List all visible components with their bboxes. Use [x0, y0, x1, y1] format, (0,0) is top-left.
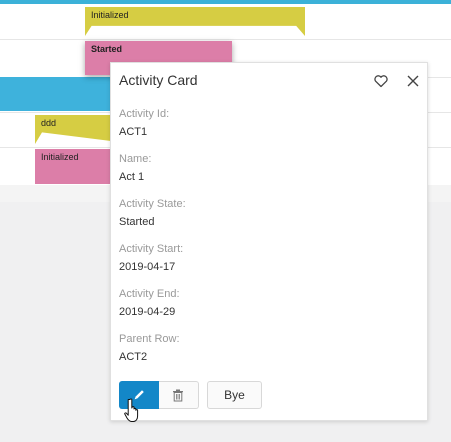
heart-icon[interactable]	[373, 73, 389, 89]
field-activity-start: Activity Start: 2019-04-17	[119, 243, 183, 274]
field-value: ACT1	[119, 126, 148, 138]
field-activity-id: Activity Id: ACT1	[119, 108, 169, 139]
field-activity-state: Activity State: Started	[119, 198, 186, 229]
field-label: Activity Id:	[119, 108, 170, 120]
row-divider	[0, 39, 451, 40]
field-value: ACT2	[119, 351, 148, 363]
field-value: Started	[119, 216, 155, 228]
field-label: Activity Start:	[119, 243, 184, 255]
field-label: Name:	[119, 153, 152, 165]
trash-icon	[172, 389, 184, 407]
field-name: Name: Act 1	[119, 153, 151, 184]
field-label: Activity End:	[119, 288, 180, 300]
field-label: Activity State:	[119, 198, 186, 210]
delete-button[interactable]	[159, 381, 199, 409]
close-icon[interactable]	[405, 73, 421, 89]
field-parent-row: Parent Row: ACT2	[119, 333, 180, 364]
field-label: Parent Row:	[119, 333, 180, 345]
activity-card: Activity Card Activity Id: ACT1 Name: Ac…	[110, 62, 428, 421]
gantt-group-bar[interactable]	[0, 77, 120, 111]
field-value: 2019-04-17	[119, 261, 176, 273]
activity-bar[interactable]: Initialized	[85, 7, 305, 36]
gantt-top-stripe	[0, 0, 451, 4]
mouse-pointer-icon	[124, 398, 142, 424]
field-value: 2019-04-29	[119, 306, 176, 318]
field-activity-end: Activity End: 2019-04-29	[119, 288, 180, 319]
bye-button[interactable]: Bye	[207, 381, 262, 409]
card-title: Activity Card	[119, 72, 198, 88]
field-value: Act 1	[119, 171, 145, 183]
